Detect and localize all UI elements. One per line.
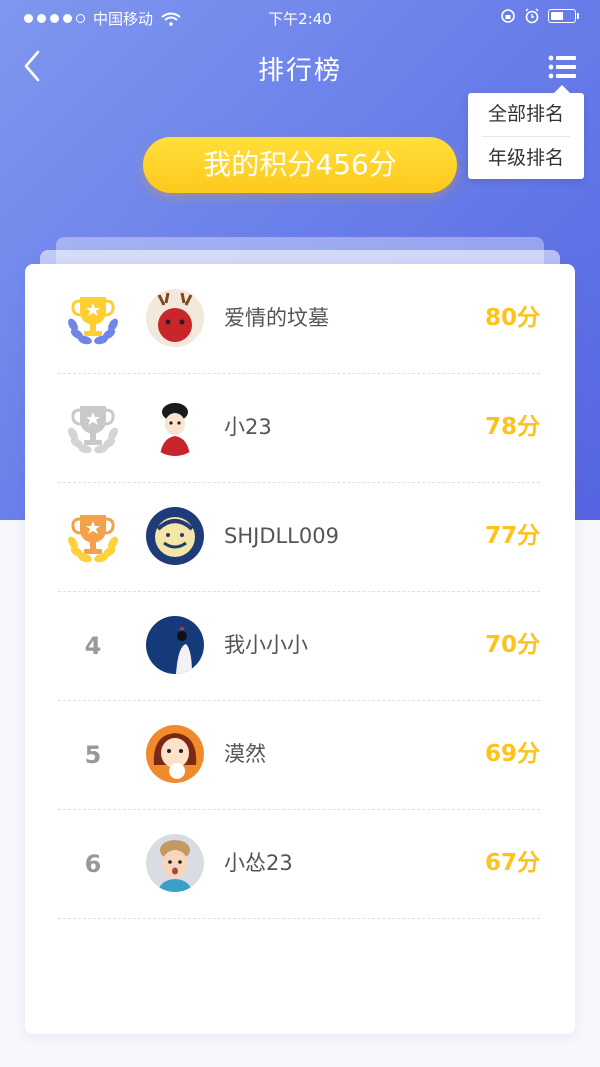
- rank-slot: 4: [58, 591, 128, 700]
- rank-slot: 6: [58, 809, 128, 918]
- rank-slot: [58, 482, 128, 591]
- user-score: 77分: [484, 523, 540, 549]
- user-score: 67分: [484, 850, 540, 876]
- leaderboard-row[interactable]: SHJDLL009 77分: [58, 482, 540, 592]
- rank-number: 5: [84, 740, 102, 769]
- status-right: [500, 8, 579, 24]
- avatar-icon: [146, 398, 204, 456]
- user-name: 小怂23: [224, 851, 293, 875]
- battery-level: [551, 12, 563, 20]
- leaderboard-row[interactable]: 5 漠然 69分: [58, 700, 540, 810]
- list-menu-icon: [548, 55, 576, 79]
- gold-trophy-icon: [68, 296, 118, 344]
- ranking-dropdown: 全部排名 年级排名: [468, 85, 584, 180]
- avatar-icon: [146, 616, 204, 674]
- bronze-trophy-icon: [68, 514, 118, 562]
- leaderboard-row[interactable]: 4 我小小小 70分: [58, 591, 540, 701]
- rank-number: 4: [84, 631, 102, 660]
- avatar-icon: [146, 834, 204, 892]
- user-name: 我小小小: [224, 633, 308, 657]
- rank-slot: 5: [58, 700, 128, 809]
- avatar[interactable]: [146, 289, 204, 347]
- user-name: 漠然: [224, 742, 266, 766]
- avatar[interactable]: [146, 398, 204, 456]
- silver-trophy-icon: [68, 405, 118, 453]
- page-title: 排行榜: [257, 56, 342, 86]
- user-name: 爱情的坟墓: [224, 306, 329, 330]
- avatar[interactable]: [146, 507, 204, 565]
- rank-slot: [58, 373, 128, 482]
- status-bar: 中国移动 下午2:40: [0, 0, 600, 34]
- my-score-badge: 我的积分456分: [143, 137, 457, 193]
- avatar[interactable]: [146, 725, 204, 783]
- ranking-menu-button[interactable]: [548, 54, 578, 82]
- avatar-icon: [146, 289, 204, 347]
- user-name: 小23: [224, 415, 272, 439]
- avatar[interactable]: [146, 834, 204, 892]
- leaderboard-card: 爱情的坟墓 80分 小23 78分 SHJDLL009 77分 4 我小小小 7…: [25, 264, 575, 1034]
- user-score: 80分: [484, 305, 540, 331]
- leaderboard-row[interactable]: 6 小怂23 67分: [58, 809, 540, 919]
- battery-icon: [548, 9, 579, 23]
- avatar-icon: [146, 725, 204, 783]
- user-score: 69分: [484, 741, 540, 767]
- alarm-icon: [525, 8, 539, 24]
- user-name: SHJDLL009: [224, 524, 339, 548]
- dropdown-item-grade[interactable]: 年级排名: [468, 137, 584, 180]
- dropdown-item-all[interactable]: 全部排名: [468, 93, 584, 136]
- leaderboard-row[interactable]: 爱情的坟墓 80分: [58, 264, 540, 374]
- rank-number: 6: [84, 849, 102, 878]
- avatar[interactable]: [146, 616, 204, 674]
- nav-bar: 排行榜: [0, 34, 600, 98]
- avatar-icon: [146, 507, 204, 565]
- rank-slot: [58, 264, 128, 373]
- leaderboard-row[interactable]: 小23 78分: [58, 373, 540, 483]
- user-score: 70分: [484, 632, 540, 658]
- user-score: 78分: [484, 414, 540, 440]
- rotation-lock-icon: [501, 9, 515, 23]
